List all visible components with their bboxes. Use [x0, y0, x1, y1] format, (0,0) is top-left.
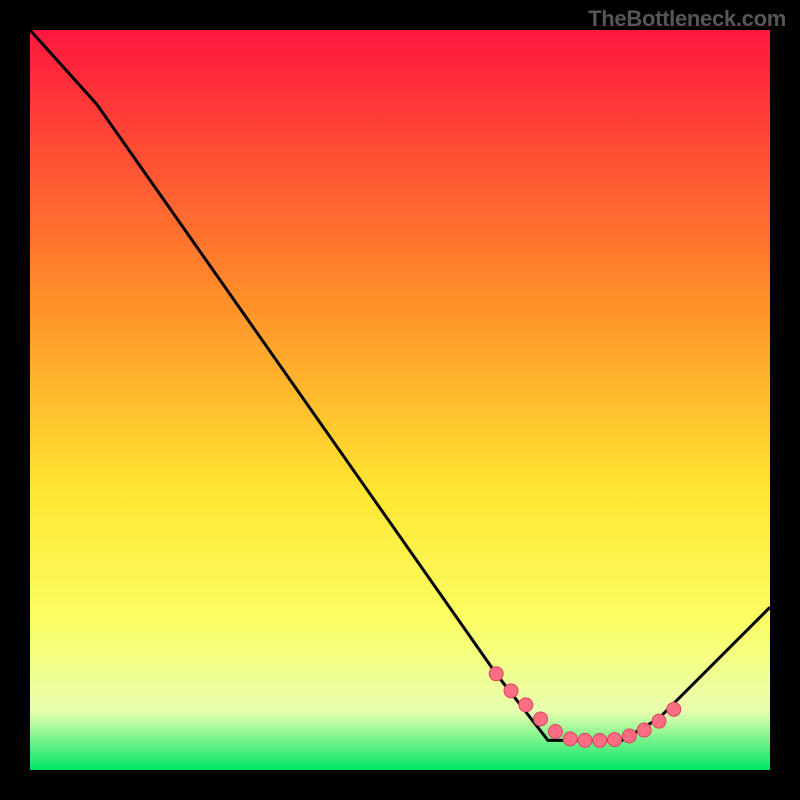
marker-point: [593, 733, 607, 747]
marker-point: [637, 723, 651, 737]
marker-point: [489, 667, 503, 681]
plot-area: [30, 30, 770, 770]
marker-point: [563, 732, 577, 746]
gradient-background: [30, 30, 770, 770]
marker-point: [548, 725, 562, 739]
marker-point: [667, 702, 681, 716]
marker-point: [534, 712, 548, 726]
marker-point: [652, 714, 666, 728]
marker-point: [519, 698, 533, 712]
attribution-text: TheBottleneck.com: [588, 6, 786, 32]
plot-svg: [30, 30, 770, 770]
chart-stage: TheBottleneck.com: [0, 0, 800, 800]
marker-point: [578, 733, 592, 747]
marker-point: [608, 733, 622, 747]
marker-point: [504, 684, 518, 698]
marker-point: [622, 729, 636, 743]
